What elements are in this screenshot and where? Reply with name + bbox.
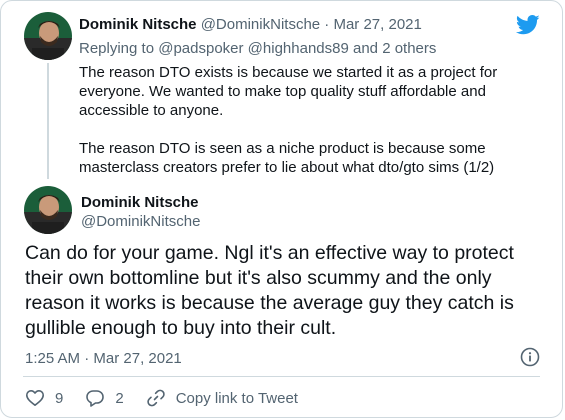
author-name[interactable]: Dominik Nitsche	[81, 193, 199, 212]
like-button[interactable]: 9	[25, 388, 63, 408]
tweet-timestamp[interactable]: 1:25 AM · Mar 27, 2021	[25, 349, 182, 368]
tweet-embed-card: Dominik Nitsche @DominikNitsche · Mar 27…	[0, 0, 563, 418]
copy-link-button[interactable]: Copy link to Tweet	[146, 388, 298, 408]
tweet-date[interactable]: Mar 27, 2021	[93, 350, 181, 367]
others-link[interactable]: 2 others	[382, 40, 436, 57]
avatar[interactable]	[24, 186, 72, 234]
reply-text: The reason DTO exists is because we star…	[79, 63, 549, 196]
reply-button[interactable]: 2	[85, 388, 124, 408]
divider	[23, 376, 540, 377]
author-handle[interactable]: @DominikNitsche	[81, 212, 200, 231]
replying-to-line: Replying to @padspoker @highhands89 and …	[79, 39, 436, 59]
reply-paragraph: The reason DTO exists is because we star…	[79, 64, 498, 119]
avatar[interactable]	[24, 12, 72, 60]
mention-link[interactable]: @padspoker	[158, 40, 243, 57]
reply-author-handle[interactable]: @DominikNitsche	[201, 16, 320, 33]
timestamp-separator: ·	[84, 350, 90, 367]
mention-link[interactable]: @highhands89	[248, 40, 349, 57]
reply-count: 2	[115, 389, 124, 407]
heart-icon	[26, 390, 44, 406]
reply-header: Dominik Nitsche @DominikNitsche · Mar 27…	[79, 15, 422, 35]
thread-connector-line	[47, 63, 49, 179]
reply-paragraph: The reason DTO is seen as a niche produc…	[79, 140, 495, 176]
replying-prefix: Replying to	[79, 40, 155, 57]
copy-link-label: Copy link to Tweet	[175, 389, 298, 407]
tweet-time[interactable]: 1:25 AM	[25, 350, 80, 367]
comment-icon	[86, 390, 105, 407]
action-bar: 9 2 Copy link to Tweet	[25, 387, 320, 409]
reply-author-name[interactable]: Dominik Nitsche	[79, 16, 197, 33]
like-count: 9	[55, 389, 64, 407]
reply-date[interactable]: Mar 27, 2021	[333, 16, 421, 33]
tweet-text: Can do for your game. Ngl it's an effect…	[25, 242, 514, 339]
link-icon	[146, 389, 165, 407]
info-icon[interactable]	[520, 347, 540, 367]
replying-and: and	[352, 40, 379, 57]
twitter-bird-icon[interactable]	[516, 15, 540, 35]
reply-separator: ·	[324, 16, 330, 33]
